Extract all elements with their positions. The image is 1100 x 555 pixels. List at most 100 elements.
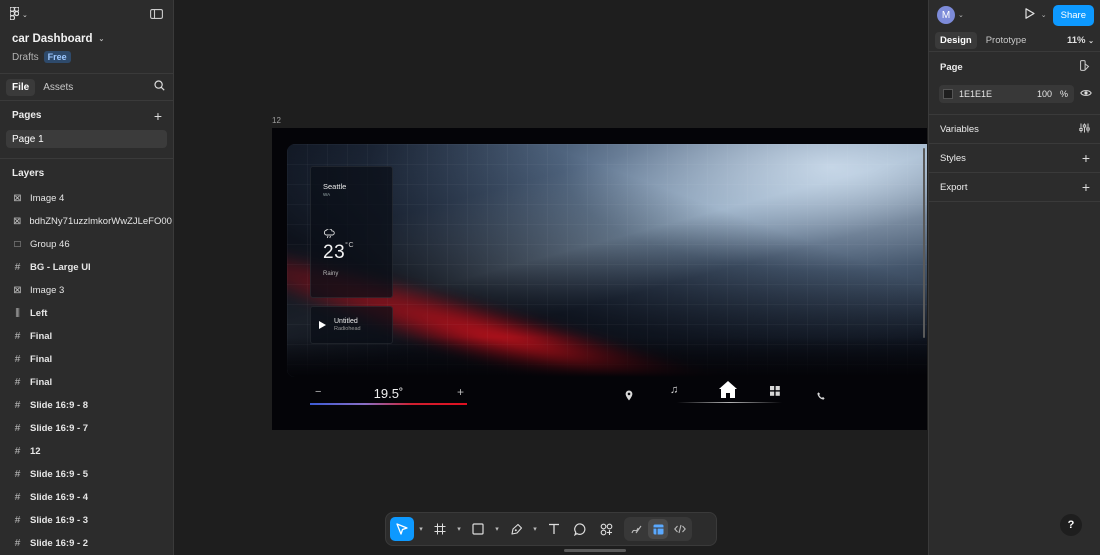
pages-header: Pages + [0,101,173,130]
project-title-text: car Dashboard [12,33,93,45]
tab-prototype[interactable]: Prototype [981,32,1032,49]
pen-tool-button[interactable] [504,517,528,541]
actions-tool-button[interactable] [594,517,618,541]
help-button[interactable]: ? [1060,514,1082,536]
music-note-icon[interactable]: ♫ [670,384,678,396]
home-door [726,393,730,398]
frame-tool-button[interactable] [428,517,452,541]
layer-row[interactable]: # Slide 16:9 - 5 [0,463,173,486]
styles-section[interactable]: Styles + [929,144,1100,173]
canvas-scrollbar[interactable] [564,549,626,552]
text-tool-button[interactable] [542,517,566,541]
layer-row[interactable]: # Final [0,371,173,394]
canvas[interactable]: 12 Seattle WA 23°C Rainy Untitled Radioh… [175,0,927,555]
layer-row[interactable]: ⫼ Left [0,302,173,325]
play-icon[interactable] [319,321,326,329]
tab-design[interactable]: Design [935,32,977,49]
drafts-label[interactable]: Drafts [12,52,39,63]
search-icon[interactable] [154,80,165,94]
export-section[interactable]: Export + [929,173,1100,202]
left-topbar: ⌄ [0,0,173,30]
chevron-down-icon: ⌄ [22,12,28,19]
user-avatar[interactable]: M [937,6,955,24]
home-icon[interactable] [719,381,737,399]
frame-scrollbar[interactable] [923,148,925,338]
layer-row[interactable]: # Final [0,325,173,348]
layer-row[interactable]: # Slide 16:9 - 2 [0,532,173,555]
left-tabs: File Assets [0,73,173,101]
layer-row[interactable]: # Slide 16:9 - 3 [0,509,173,532]
weather-card[interactable]: Seattle WA 23°C Rainy [310,166,393,298]
tab-file[interactable]: File [6,78,36,96]
visibility-eye-icon[interactable] [1080,88,1092,100]
layer-row[interactable]: # Slide 16:9 - 7 [0,417,173,440]
add-page-icon[interactable]: + [154,108,162,124]
frame-icon: # [14,514,21,526]
add-export-icon[interactable]: + [1082,179,1090,195]
pen-tool-menu[interactable]: ▾ [530,525,540,533]
layer-row[interactable]: # BG - Large UI [0,256,173,279]
frame-icon: # [14,353,21,365]
toggle-sidebar-icon[interactable] [150,8,163,22]
design-mode-button[interactable] [648,519,668,539]
tab-assets[interactable]: Assets [37,79,79,96]
weather-city: Seattle [323,182,347,191]
layer-label: bdhZNy71uzzlmkorWwZJLeFO00 1 [29,216,173,227]
move-tool-menu[interactable]: ▾ [416,525,426,533]
nav-dock: ♫ [617,381,832,407]
image-icon: ⊠ [13,192,22,204]
group-icon: □ [14,238,21,250]
fill-color-swatch[interactable] [943,89,953,99]
main-menu-button[interactable]: ⌄ [9,6,28,23]
layer-row[interactable]: # Slide 16:9 - 8 [0,394,173,417]
frame-12[interactable]: Seattle WA 23°C Rainy Untitled Radiohead… [272,128,927,430]
chevron-down-icon[interactable]: ⌄ [958,11,964,19]
phone-icon[interactable] [817,392,825,403]
layers-list: ⊠ Image 4 ⊠ bdhZNy71uzzlmkorWwZJLeFO00 1 □ Gr… [0,187,173,555]
layer-row[interactable]: ⊠ Image 4 [0,187,173,210]
frame-tool-menu[interactable]: ▾ [454,525,464,533]
layer-label: Slide 16:9 - 4 [30,492,89,503]
location-icon[interactable] [625,390,633,404]
variables-section[interactable]: Variables [929,115,1100,144]
chevron-down-icon: ⌄ [98,36,105,43]
present-play-icon[interactable] [1025,8,1035,22]
layer-row[interactable]: ⊠ bdhZNy71uzzlmkorWwZJLeFO00 1 [0,210,173,233]
track-artist: Radiohead [334,326,361,332]
page-item[interactable]: Page 1 [6,130,167,148]
page-fill-input[interactable]: 1E1E1E 100 % [939,85,1074,103]
dev-mode-button[interactable] [670,519,690,539]
layer-row[interactable]: □ Group 46 [0,233,173,256]
chevron-down-icon[interactable]: ⌄ [1041,11,1047,19]
share-button[interactable]: Share [1052,4,1094,26]
layer-label: 12 [30,446,41,457]
frame-label[interactable]: 12 [272,116,281,125]
layer-row[interactable]: ⊠ Image 3 [0,279,173,302]
move-tool-button[interactable] [390,517,414,541]
climate-control[interactable]: − 19.5˚ + [310,385,467,405]
shape-tool-button[interactable] [466,517,490,541]
add-style-icon[interactable]: + [1082,150,1090,166]
shape-tool-menu[interactable]: ▾ [492,525,502,533]
fill-hex-value[interactable]: 1E1E1E [959,89,992,99]
layer-row[interactable]: # Final [0,348,173,371]
project-title[interactable]: car Dashboard ⌄ [12,31,161,47]
comment-tool-button[interactable] [568,517,592,541]
frame-icon: # [14,445,21,457]
apps-grid-icon[interactable] [770,386,780,399]
frame-icon [434,523,446,535]
page-styles-icon[interactable] [1080,60,1090,74]
music-card[interactable]: Untitled Radiohead [310,306,393,344]
chevron-down-icon: ⌄ [1088,38,1094,45]
layer-label: BG - Large UI [30,262,91,273]
layer-row[interactable]: # Slide 16:9 - 4 [0,486,173,509]
layer-label: Slide 16:9 - 7 [30,423,89,434]
zoom-level[interactable]: 11% ⌄ [1067,35,1094,46]
variables-settings-icon[interactable] [1079,123,1090,136]
draw-mode-button[interactable] [626,519,646,539]
percent-sign: % [1059,89,1068,99]
temp-increase-button[interactable]: + [457,385,464,399]
fill-opacity-value[interactable]: 100 [1037,89,1052,99]
layer-row[interactable]: #12 [0,440,173,463]
layer-label: Image 3 [30,285,65,296]
